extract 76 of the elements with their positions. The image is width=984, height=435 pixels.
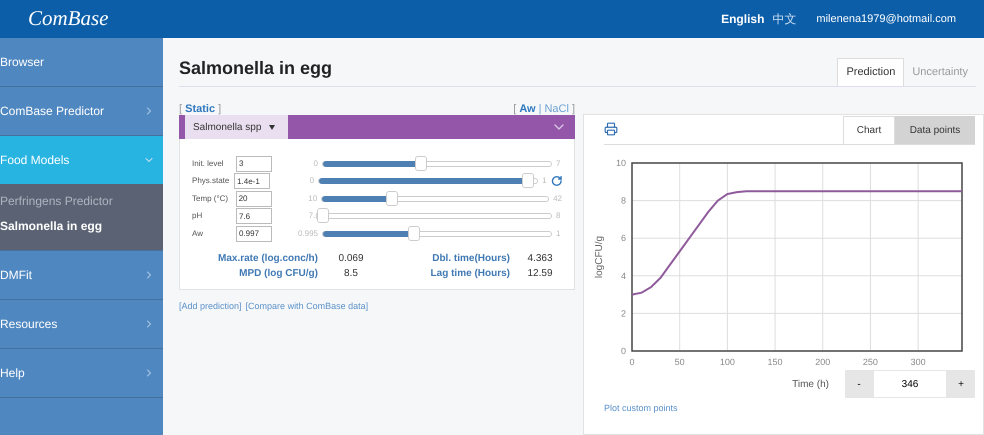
y-tick-label: 6	[620, 233, 626, 244]
language-link[interactable]: English	[721, 10, 764, 28]
parameter-input[interactable]: 20	[236, 190, 272, 207]
range-max-label: 42	[552, 192, 562, 205]
sidebar-item[interactable]: Resources	[0, 300, 163, 348]
page-title: Salmonella in egg	[179, 57, 332, 80]
reset-icon[interactable]	[550, 175, 562, 188]
slider-thumb[interactable]	[408, 226, 420, 241]
factor-option[interactable]: Aw	[519, 101, 536, 115]
sidebar-item[interactable]: DMFit	[0, 251, 163, 299]
result-label: Max.rate (log.conc/h)	[216, 252, 318, 266]
result-value: 4.363	[526, 252, 554, 266]
range-max-label: 8	[555, 210, 560, 222]
parameter-label: Init. level	[192, 158, 225, 170]
logo[interactable]: ComBase	[28, 3, 108, 35]
range-min-label: 0	[312, 158, 319, 170]
action-link[interactable]: [Add prediction]	[179, 300, 242, 313]
parameter-input[interactable]: 1.4e-1	[234, 173, 270, 190]
x-tick-label: 0	[630, 357, 634, 367]
chart-tab[interactable]: Data points	[895, 116, 975, 144]
time-label: Time (h)	[792, 378, 829, 392]
result-label: Dbl. time(Hours)	[431, 252, 510, 266]
range-max-label: 1	[555, 228, 560, 240]
range-min-label: 10	[307, 192, 318, 205]
result-label: MPD (log CFU/g)	[238, 266, 318, 280]
range-min-label: 0	[308, 175, 316, 188]
time-input[interactable]: 346	[873, 370, 947, 398]
result-value: 8.5	[343, 266, 359, 280]
range-max-label: 7	[555, 158, 560, 170]
x-tick-label: 150	[768, 357, 783, 367]
parameter-label: pH	[192, 210, 204, 222]
bracket: [	[513, 102, 516, 115]
view-tab[interactable]: Prediction	[837, 58, 904, 86]
decrement-button[interactable]: -	[845, 370, 873, 398]
result-value: 12.59	[526, 266, 554, 280]
y-tick-label: 10	[616, 158, 626, 168]
y-tick-label: 4	[620, 270, 626, 281]
result-label: Lag time (Hours)	[430, 266, 510, 280]
sidebar-item[interactable]: Browser	[0, 38, 163, 86]
x-tick-label: 250	[862, 357, 878, 367]
parameter-label: Phys.state	[192, 175, 230, 188]
chart-tab[interactable]: Chart	[843, 116, 895, 144]
slider-thumb[interactable]	[386, 190, 398, 206]
x-tick-label: 100	[720, 357, 735, 367]
parameter-input[interactable]: 7.6	[236, 208, 272, 224]
organism-select[interactable]: Salmonella spp	[185, 115, 288, 139]
range-min-label: 0.995	[296, 228, 319, 240]
x-tick-label: 50	[674, 357, 685, 367]
range-max-label: 1	[541, 175, 547, 188]
y-tick-label: 2	[620, 308, 626, 318]
caret-icon	[269, 124, 276, 130]
sidebar-item[interactable]: ComBase Predictor	[0, 87, 163, 135]
parameter-label: Temp (°C)	[192, 192, 230, 205]
parameter-input[interactable]: 3	[236, 156, 272, 172]
result-value: 0.069	[337, 252, 365, 266]
y-axis-label: logCFU/g	[594, 236, 605, 278]
separator: |	[538, 102, 542, 115]
parameter-input[interactable]: 0.997	[236, 226, 272, 242]
y-tick-label: 0	[620, 346, 626, 356]
print-icon[interactable]	[604, 122, 618, 136]
bracket: ]	[572, 102, 575, 115]
x-tick-label: 300	[910, 357, 926, 367]
slider-thumb[interactable]	[317, 208, 329, 224]
language-link[interactable]: 中文	[772, 10, 796, 28]
plot-custom-points-link[interactable]: Plot custom points	[604, 402, 975, 416]
slider-thumb[interactable]	[522, 173, 534, 188]
mode-link[interactable]: [ Static ]	[179, 101, 222, 115]
sidebar-item[interactable]: Help	[0, 349, 163, 397]
x-tick-label: 200	[815, 357, 830, 367]
y-tick-label: 8	[620, 196, 626, 206]
submenu-item[interactable]: Salmonella in egg	[0, 213, 163, 238]
action-link[interactable]: [Compare with ComBase data]	[246, 300, 368, 313]
increment-button[interactable]: +	[947, 370, 975, 398]
user-email[interactable]: milenena1979@hotmail.com	[816, 10, 956, 28]
parameter-label: Aw	[192, 228, 204, 240]
slider-thumb[interactable]	[415, 156, 428, 171]
